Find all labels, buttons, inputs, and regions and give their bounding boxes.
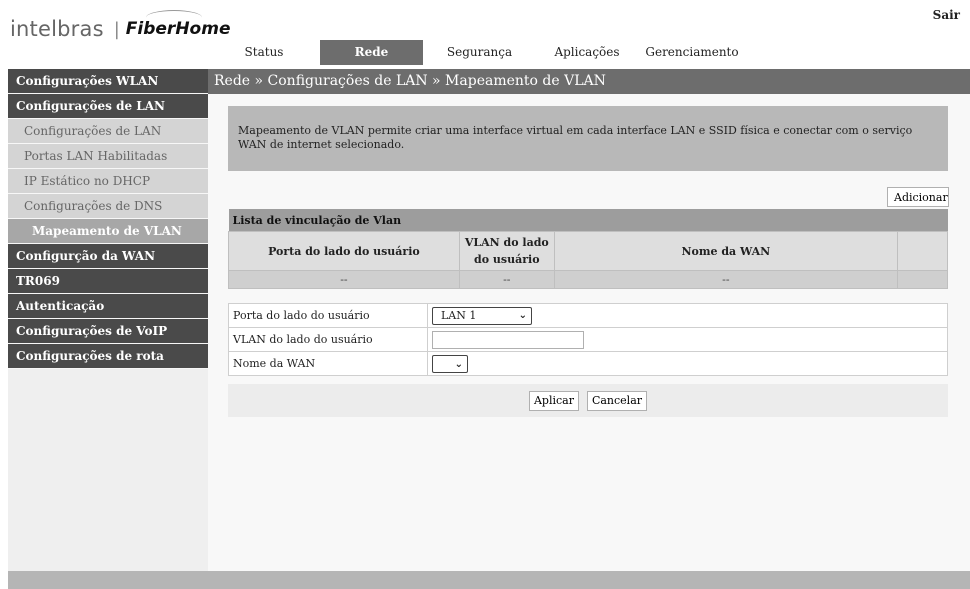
logo-arc-icon	[145, 10, 202, 25]
vlan-binding-table: Lista de vinculação de Vlan Porta do lad…	[228, 209, 949, 289]
table-title: Lista de vinculação de Vlan	[228, 209, 948, 232]
sidebar-subitem-lan-settings[interactable]: Configurações de LAN	[8, 119, 208, 144]
tab-rede[interactable]: Rede	[320, 40, 423, 65]
cell-actions	[896, 270, 949, 289]
info-text: Mapeamento de VLAN permite criar uma int…	[238, 124, 913, 151]
user-port-label: Porta do lado do usuário	[228, 303, 428, 328]
breadcrumb: Rede » Configurações de LAN » Mapeamento…	[208, 69, 970, 94]
form-button-row: Aplicar Cancelar	[228, 384, 948, 417]
sidebar-item-wlan-settings[interactable]: Configurações WLAN	[8, 69, 208, 94]
cell-wan-name: --	[553, 270, 898, 289]
top-navigation: Status Rede Segurança Aplicações Gerenci…	[208, 40, 970, 65]
cell-user-port: --	[228, 270, 460, 289]
cancel-button[interactable]: Cancelar	[586, 390, 648, 411]
form-row-user-port: Porta do lado do usuário LAN 1 ⌄	[228, 303, 948, 328]
wan-name-select[interactable]: ⌄	[432, 355, 468, 373]
footer-bar	[8, 571, 970, 589]
wan-name-label: Nome da WAN	[228, 351, 428, 376]
sidebar-item-wan-config[interactable]: Configurção da WAN	[8, 244, 208, 269]
form-row-user-vlan: VLAN do lado do usuário	[228, 327, 948, 352]
sidebar-subitem-dns-settings[interactable]: Configurações de DNS	[8, 194, 208, 219]
sidebar-subitem-lan-ports[interactable]: Portas LAN Habilitadas	[8, 144, 208, 169]
column-header-user-vlan: VLAN do lado do usuário	[458, 231, 555, 271]
tab-gerenciamento[interactable]: Gerenciamento	[638, 40, 746, 65]
main-content: Rede » Configurações de LAN » Mapeamento…	[208, 69, 970, 571]
logo-intelbras-text: intelbras	[10, 17, 104, 41]
column-header-user-port: Porta do lado do usuário	[228, 231, 460, 271]
column-header-wan-name: Nome da WAN	[553, 231, 898, 271]
chevron-down-icon: ⌄	[518, 310, 527, 321]
user-port-select[interactable]: LAN 1 ⌄	[432, 306, 532, 325]
sidebar-subitem-vlan-mapping[interactable]: Mapeamento de VLAN	[8, 219, 208, 244]
user-port-field-cell: LAN 1 ⌄	[427, 303, 948, 328]
table-header-row: Porta do lado do usuário VLAN do lado do…	[228, 231, 949, 271]
sidebar-item-lan-settings[interactable]: Configurações de LAN	[8, 94, 208, 119]
logo-fiberhome-text: FiberHome	[126, 10, 230, 39]
cell-user-vlan: --	[458, 270, 555, 289]
sidebar-item-authentication[interactable]: Autenticação	[8, 294, 208, 319]
info-box: Mapeamento de VLAN permite criar uma int…	[228, 106, 948, 171]
tab-seguranca[interactable]: Segurança	[423, 40, 536, 65]
user-vlan-label: VLAN do lado do usuário	[228, 327, 428, 352]
sidebar: Configurações WLAN Configurações de LAN …	[8, 69, 208, 571]
tab-status[interactable]: Status	[208, 40, 320, 65]
table-title-row: Lista de vinculação de Vlan	[228, 209, 948, 232]
user-port-select-value: LAN 1	[441, 309, 477, 322]
apply-button[interactable]: Aplicar	[528, 390, 579, 411]
column-header-actions	[896, 231, 949, 271]
brand-logo: intelbras | FiberHome	[10, 10, 230, 44]
user-vlan-field-cell	[427, 327, 948, 352]
logo-separator: |	[113, 18, 120, 40]
wan-name-field-cell: ⌄	[427, 351, 948, 376]
add-button[interactable]: Adicionar	[887, 187, 949, 207]
user-vlan-input[interactable]	[432, 330, 584, 349]
form-row-wan-name: Nome da WAN ⌄	[228, 351, 948, 376]
tab-aplicacoes[interactable]: Aplicações	[536, 40, 638, 65]
sidebar-subitem-dhcp-static-ip[interactable]: IP Estático no DHCP	[8, 169, 208, 194]
table-row: -- -- --	[228, 270, 949, 289]
vlan-mapping-form: Porta do lado do usuário LAN 1 ⌄ VLAN do…	[228, 303, 948, 376]
sidebar-item-tr069[interactable]: TR069	[8, 269, 208, 294]
sidebar-item-route-settings[interactable]: Configurações de rota	[8, 344, 208, 369]
chevron-down-icon: ⌄	[454, 358, 463, 370]
sidebar-item-voip-settings[interactable]: Configurações de VoIP	[8, 319, 208, 344]
logout-link[interactable]: Sair	[933, 8, 960, 22]
